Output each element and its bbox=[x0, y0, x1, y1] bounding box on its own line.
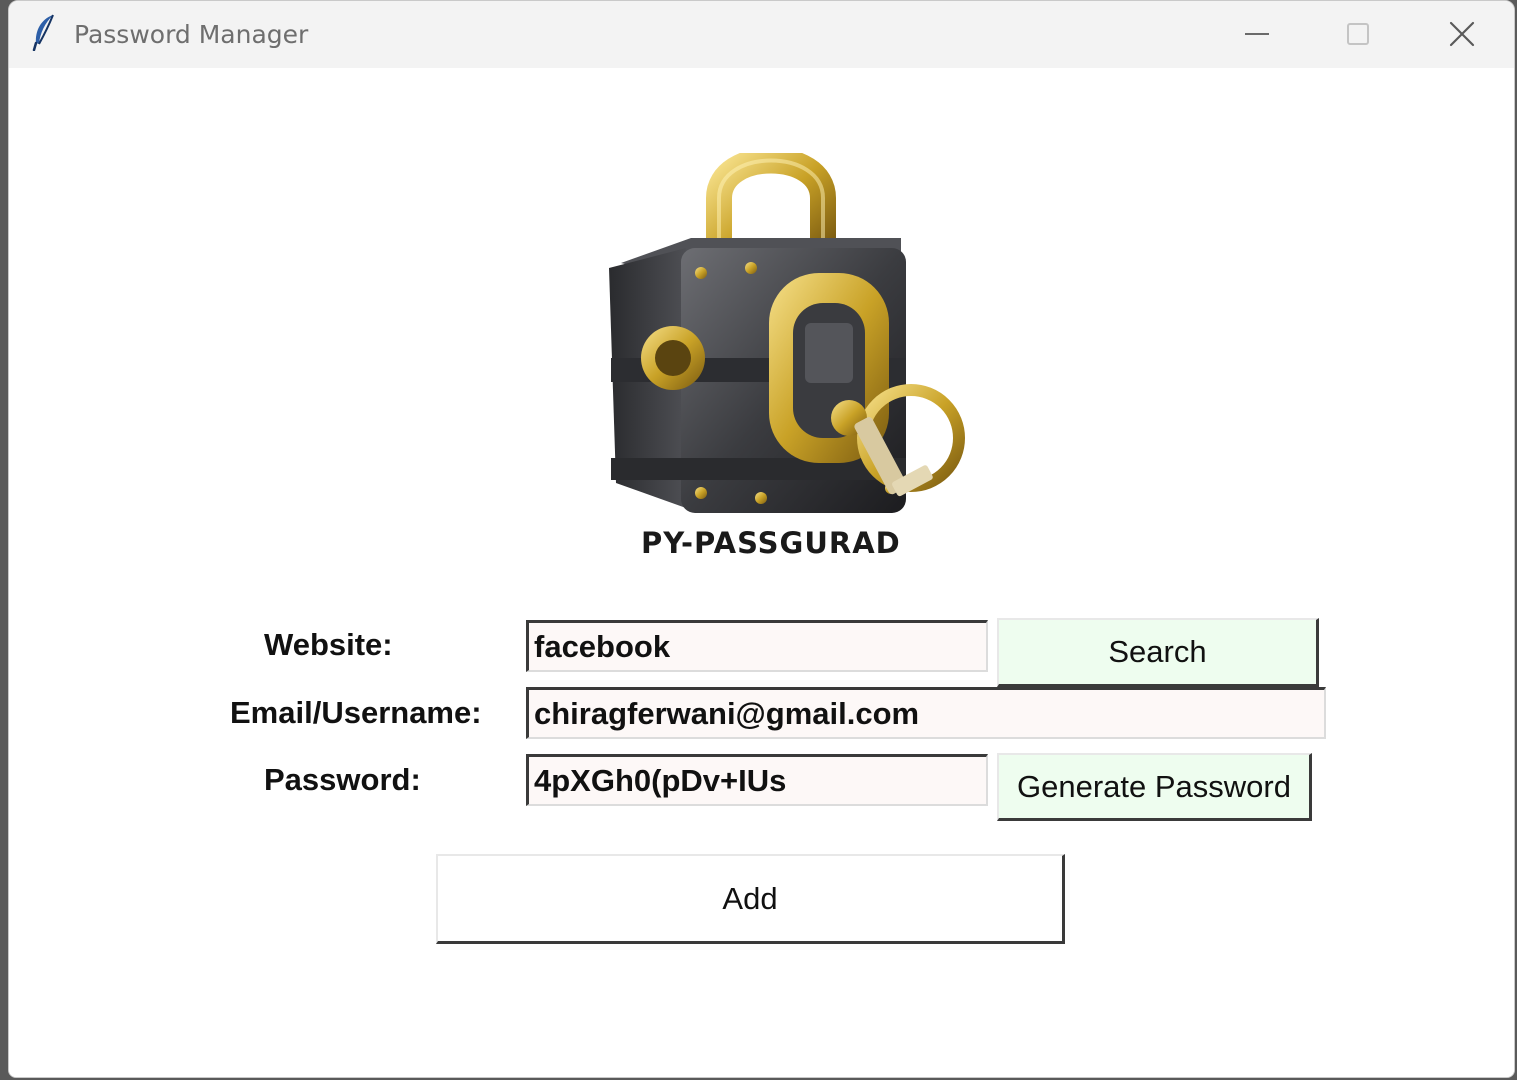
add-button[interactable]: Add bbox=[436, 854, 1065, 944]
search-button[interactable]: Search bbox=[997, 618, 1319, 687]
generate-password-button[interactable]: Generate Password bbox=[997, 753, 1312, 821]
feather-icon bbox=[31, 13, 57, 52]
app-window: Password Manager PY-PASSGURAD Website: f… bbox=[8, 0, 1515, 1078]
website-label: Website: bbox=[264, 627, 393, 662]
window-title: Password Manager bbox=[74, 20, 309, 49]
close-icon[interactable] bbox=[1439, 13, 1485, 55]
app-brand-name: PY-PASSGURAD bbox=[641, 526, 901, 560]
website-input[interactable] bbox=[526, 620, 988, 672]
password-label: Password: bbox=[264, 762, 421, 797]
padlock-safe-logo bbox=[591, 147, 971, 523]
title-bar[interactable]: Password Manager bbox=[9, 1, 1514, 68]
email-username-label: Email/Username: bbox=[230, 695, 482, 730]
maximize-icon[interactable] bbox=[1335, 13, 1381, 55]
minimize-icon[interactable] bbox=[1235, 13, 1281, 55]
main-content: PY-PASSGURAD Website: Search Email/Usern… bbox=[9, 68, 1514, 1077]
password-input[interactable] bbox=[526, 754, 988, 806]
email-username-input[interactable] bbox=[526, 687, 1326, 739]
